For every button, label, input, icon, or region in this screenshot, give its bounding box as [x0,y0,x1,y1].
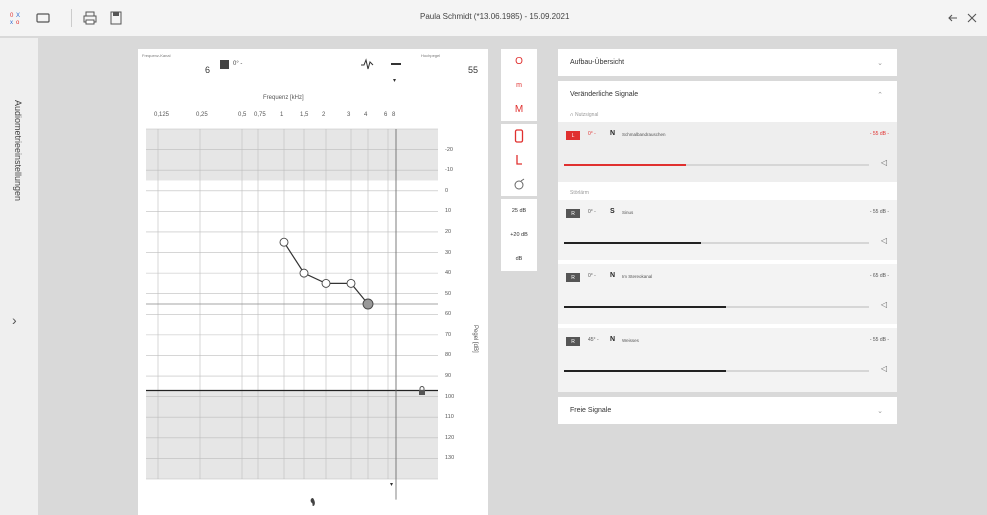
shaded-region-top [146,129,438,181]
level-dropdown[interactable]: - 65 dB - [870,273,889,279]
left-sidebar: Audiometrieeinstellungen › [0,38,38,515]
variable-signals-section: Veränderliche Signale ⌃ ∩ Nutzsignal L 0… [558,81,897,392]
channel-badge: L [566,131,580,140]
level-slider-fill [564,242,702,244]
signal-type: N [610,130,616,137]
window-icon[interactable] [35,10,51,26]
angle-dropdown[interactable]: 45° - [588,337,599,343]
signal-name: Weisses [622,338,639,343]
signal-row[interactable]: R 0° - S Sinus - 55 dB - ◁ [558,200,897,264]
level-slider[interactable] [564,164,869,166]
lock-icon[interactable] [417,386,427,398]
overview-label: Aufbau-Übersicht [570,59,625,66]
level-25db-button[interactable]: 25 dB [501,199,537,223]
title-bar: 0Xxo Paula Schmidt (*13.06.1985) - 15.09… [0,0,987,36]
phone-icon[interactable] [501,124,537,148]
level-slider-fill [564,164,686,166]
print-icon[interactable] [82,10,98,26]
channel-badge: R [566,273,580,282]
free-signals-accordion[interactable]: Freie Signale ⌄ [558,397,897,424]
level-dropdown[interactable]: - 55 dB - [870,337,889,343]
tool-circle-marker[interactable]: O [501,49,537,73]
speaker-icon[interactable]: ◁ [881,364,887,373]
chevron-right-icon[interactable]: › [12,312,17,328]
channel-badge: R [566,337,580,346]
speaker-icon[interactable]: ◁ [881,300,887,309]
level-slider-fill [564,370,726,372]
tool-m-marker[interactable]: m [501,73,537,97]
signal-row[interactable]: R 45° - N Weisses - 55 dB - ◁ [558,328,897,392]
level-slider[interactable] [564,370,869,372]
tool-strip: O m M 25 dB +20 dB dB [501,49,537,349]
audiogram-panel: Frequenz-Kanal Hochpegel 6 0° - ▾ 55 Fre… [138,49,488,515]
useful-signal-label: Nutzsignal [574,112,599,118]
ear-icon[interactable] [309,497,317,509]
overview-accordion[interactable]: Aufbau-Übersicht ⌄ [558,49,897,76]
level-db-button[interactable]: dB [501,247,537,271]
close-icon[interactable] [964,10,980,26]
angle-dropdown[interactable]: 0° - [588,273,596,279]
audiogram-chart[interactable] [138,49,488,515]
variable-signals-label: Veränderliche Signale [570,91,639,98]
signal-name: Sinus [622,210,634,215]
speaker-icon[interactable]: ◁ [881,158,887,167]
chevron-down-icon: ⌄ [877,59,883,67]
signal-type: S [610,208,615,215]
tool-group-markers: O m M [501,49,537,121]
useful-signal-header: ∩ Nutzsignal [558,108,897,122]
chevron-down-icon: ⌄ [877,407,883,415]
svg-text:o: o [16,20,20,25]
save-icon[interactable] [108,10,124,26]
signal-type: N [610,336,616,343]
noise-label: Störlärm [558,186,897,200]
free-signals-label: Freie Signale [570,407,612,414]
chevron-up-icon: ⌃ [877,91,883,99]
signals-panel: Aufbau-Übersicht ⌄ Veränderliche Signale… [558,49,897,429]
signal-name: Schmalbandrauschen [622,132,666,137]
shaded-region-bottom [146,390,438,479]
speaker-icon[interactable]: ◁ [881,236,887,245]
channel-badge: R [566,209,580,218]
level-dropdown[interactable]: - 55 dB - [870,131,889,137]
signal-row[interactable]: L 0° - N Schmalbandrauschen - 55 dB - ◁ [558,122,897,186]
audiogram-point [346,278,356,288]
hearing-aid-icon[interactable] [501,172,537,196]
patient-icon[interactable]: 0Xxo [9,10,25,26]
level-slider[interactable] [564,306,869,308]
tool-M-marker[interactable]: M [501,97,537,121]
svg-text:0: 0 [10,13,14,19]
chevron-down-small-icon[interactable]: ▾ [390,481,393,488]
variable-signals-accordion[interactable]: Veränderliche Signale ⌃ [558,81,897,108]
audiogram-point [321,278,331,288]
audiogram-point [279,237,289,247]
svg-text:x: x [10,20,13,25]
audiogram-point [362,298,374,310]
signal-row[interactable]: R 0° - N Im Stereokanal - 65 dB - ◁ [558,264,897,328]
angle-dropdown[interactable]: 0° - [588,131,596,137]
level-slider[interactable] [564,242,869,244]
angle-dropdown[interactable]: 0° - [588,209,596,215]
level-plus20db-button[interactable]: +20 dB [501,223,537,247]
arrow-down-left-icon[interactable] [501,148,537,172]
level-slider-fill [564,306,726,308]
audiogram-point [299,268,309,278]
back-arrow-icon[interactable] [945,10,961,26]
signal-name: Im Stereokanal [622,274,653,279]
signal-type: N [610,272,616,279]
tool-group-edit [501,124,537,196]
svg-text:X: X [16,13,20,19]
level-dropdown[interactable]: - 55 dB - [870,209,889,215]
sidebar-label[interactable]: Audiometrieeinstellungen [13,100,23,201]
window-title: Paula Schmidt (*13.06.1985) - 15.09.2021 [420,12,570,21]
toolbar-separator [71,9,72,27]
tool-group-levels: 25 dB +20 dB dB [501,199,537,271]
